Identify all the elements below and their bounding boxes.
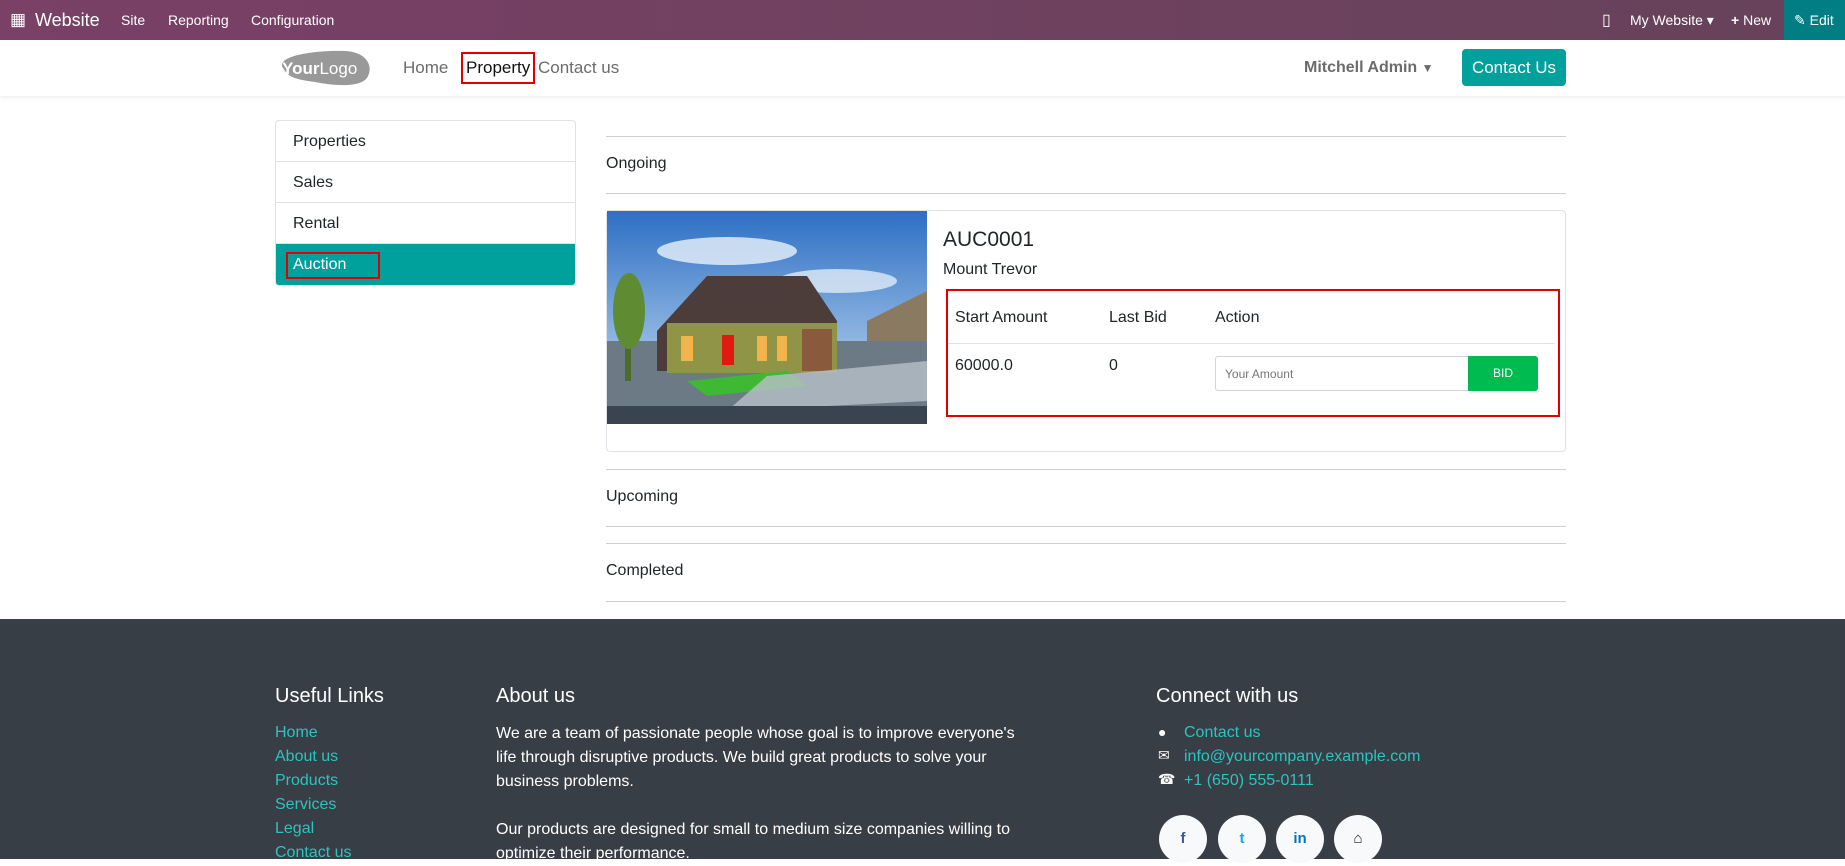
useful-links-title: Useful Links	[275, 685, 384, 707]
menu-site[interactable]: Site	[121, 12, 145, 28]
logo[interactable]: YourLogo	[275, 48, 372, 88]
nav-home[interactable]: Home	[403, 58, 448, 78]
about-title: About us	[496, 685, 575, 707]
menu-configuration[interactable]: Configuration	[251, 12, 334, 28]
pencil-icon: ✎	[1794, 12, 1806, 28]
my-website-label: My Website	[1630, 12, 1703, 28]
plus-icon: +	[1731, 12, 1740, 28]
edit-button[interactable]: ✎ Edit	[1784, 0, 1845, 40]
footer-link-legal[interactable]: Legal	[275, 820, 314, 838]
highlight-box	[946, 289, 1560, 417]
auction-code: AUC0001	[943, 228, 1035, 251]
envelope-icon: ✉	[1158, 747, 1170, 763]
phone-icon: ☎	[1158, 771, 1176, 787]
section-completed[interactable]: Completed	[606, 562, 683, 580]
facebook-icon[interactable]: f	[1159, 815, 1207, 863]
user-menu[interactable]: Mitchell Admin ▼	[1304, 59, 1434, 77]
divider	[606, 193, 1566, 194]
divider	[606, 469, 1566, 470]
linkedin-icon[interactable]: in	[1276, 815, 1324, 863]
divider	[606, 526, 1566, 527]
site-header: YourLogo Home Property Contact us Mitche…	[0, 40, 1845, 96]
footer-phone-link[interactable]: +1 (650) 555-0111	[1184, 772, 1314, 790]
divider	[606, 136, 1566, 137]
nav-contact-us[interactable]: Contact us	[538, 58, 619, 78]
connect-title: Connect with us	[1156, 685, 1299, 707]
app-title[interactable]: Website	[35, 10, 100, 31]
footer-link-about[interactable]: About us	[275, 748, 338, 766]
about-text-1: We are a team of passionate people whose…	[496, 725, 1015, 790]
mobile-preview-icon[interactable]: ▯	[1602, 10, 1611, 30]
highlight-box	[286, 252, 380, 279]
footer-link-contact[interactable]: Contact us	[275, 844, 351, 862]
menu-reporting[interactable]: Reporting	[168, 12, 229, 28]
top-bar: ▦ Website Site Reporting Configuration ▯…	[0, 0, 1845, 40]
contact-us-button[interactable]: Contact Us	[1462, 49, 1566, 86]
divider	[606, 543, 1566, 544]
new-button[interactable]: + New	[1731, 12, 1771, 28]
my-website-dropdown[interactable]: My Website ▾	[1630, 12, 1714, 29]
section-upcoming[interactable]: Upcoming	[606, 488, 678, 506]
home-icon[interactable]: ⌂	[1334, 815, 1382, 863]
section-ongoing[interactable]: Ongoing	[606, 155, 667, 173]
svg-text:YourLogo: YourLogo	[282, 59, 357, 78]
comment-icon: ●	[1158, 724, 1167, 740]
nav-property[interactable]: Property	[461, 52, 536, 84]
edit-label: Edit	[1809, 12, 1834, 28]
footer-link-products[interactable]: Products	[275, 772, 338, 790]
auction-card: AUC0001 Mount Trevor Start Amount Last B…	[606, 210, 1566, 452]
sidebar-item-properties[interactable]: Properties	[276, 121, 575, 162]
sidebar: Properties Sales Rental Auction	[275, 120, 576, 286]
twitter-icon[interactable]: t	[1218, 815, 1266, 863]
footer-contact-link[interactable]: Contact us	[1184, 724, 1260, 742]
sidebar-item-rental[interactable]: Rental	[276, 203, 575, 244]
apps-grid-icon[interactable]: ▦	[10, 10, 26, 30]
footer-link-services[interactable]: Services	[275, 796, 336, 814]
property-image	[607, 211, 927, 424]
footer-link-home[interactable]: Home	[275, 724, 318, 742]
footer: Useful Links Home About us Products Serv…	[0, 619, 1845, 863]
user-name: Mitchell Admin	[1304, 59, 1418, 76]
sidebar-item-sales[interactable]: Sales	[276, 162, 575, 203]
sidebar-item-auction[interactable]: Auction	[276, 244, 575, 285]
divider	[606, 601, 1566, 602]
new-label: New	[1743, 12, 1772, 28]
footer-email-link[interactable]: info@yourcompany.example.com	[1184, 748, 1421, 766]
property-name: Mount Trevor	[943, 261, 1038, 278]
